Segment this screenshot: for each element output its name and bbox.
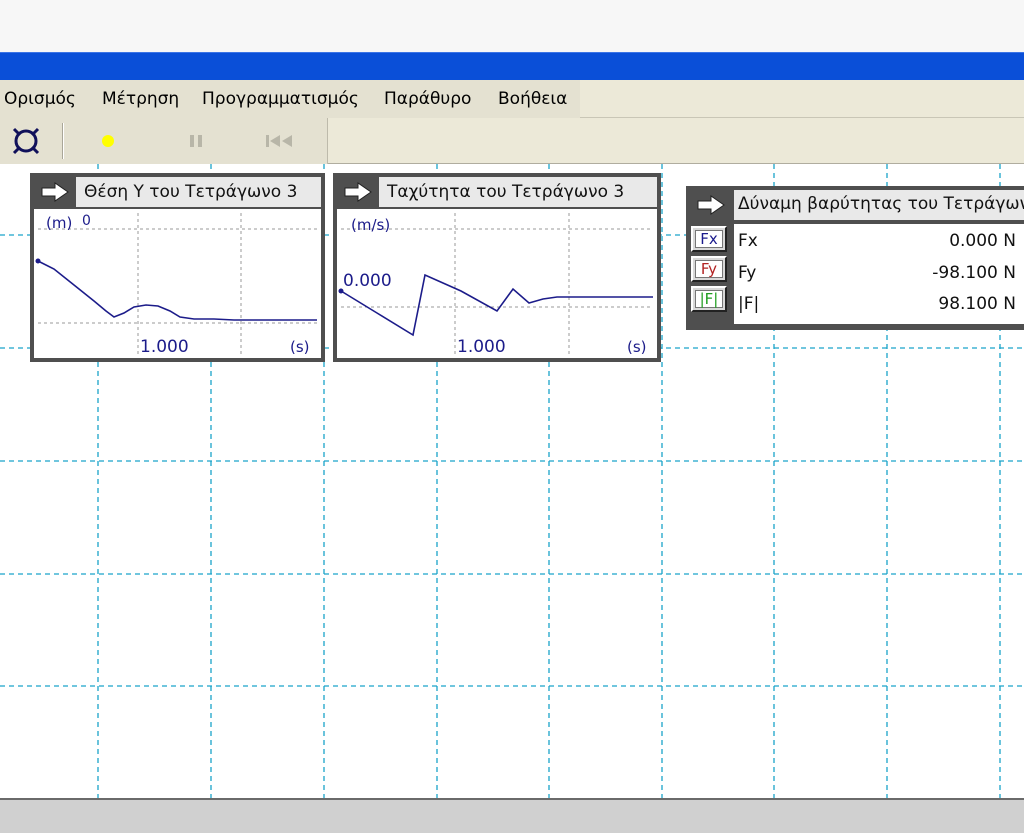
toolbar	[0, 118, 1024, 164]
workspace-canvas[interactable]: Θέση Υ του Τετράγωνο 3 (m) 0 1.000 (s) Τ…	[0, 164, 1024, 798]
fx-toggle-button[interactable]: Fx	[691, 226, 727, 252]
position-meter-arrow-button[interactable]	[34, 177, 76, 207]
position-x-tick: 1.000	[140, 337, 189, 357]
fy-toggle-button[interactable]: Fy	[691, 256, 727, 282]
menu-definition[interactable]: Ορισμός	[4, 89, 76, 109]
fabs-value: 98.100 N	[938, 294, 1016, 314]
pause-button[interactable]	[178, 123, 214, 159]
force-values: Fx 0.000 N Fy -98.100 N |F| 98.100 N	[734, 224, 1024, 324]
position-plot: (m) 0 1.000 (s)	[35, 213, 317, 357]
velocity-zero-label: 0.000	[343, 271, 392, 291]
force-panel[interactable]: Δύναμη βαρύτητας του Τετράγωνο 3 Fx Fy |…	[686, 186, 1024, 330]
force-panel-arrow-button[interactable]	[690, 190, 732, 220]
position-meter[interactable]: Θέση Υ του Τετράγωνο 3 (m) 0 1.000 (s)	[30, 173, 325, 362]
force-panel-header: Δύναμη βαρύτητας του Τετράγωνο 3	[734, 190, 1024, 220]
velocity-x-unit: (s)	[627, 338, 647, 356]
record-button[interactable]	[90, 123, 126, 159]
force-panel-title: Δύναμη βαρύτητας του Τετράγωνο 3	[738, 194, 1024, 214]
position-trace	[37, 260, 317, 321]
title-bar[interactable]	[0, 52, 1024, 80]
fx-value: 0.000 N	[949, 231, 1016, 251]
zoom-button[interactable]	[6, 123, 46, 159]
arrow-right-icon	[41, 182, 69, 202]
velocity-meter-title: Ταχύτητα του Τετράγωνο 3	[387, 182, 625, 202]
fy-button-label: Fy	[695, 260, 723, 278]
velocity-unit-label: (m/s)	[351, 216, 390, 234]
velocity-x-tick: 1.000	[457, 337, 506, 357]
fabs-button-label: |F|	[695, 290, 723, 308]
fabs-toggle-button[interactable]: |F|	[691, 286, 727, 312]
pause-icon	[190, 135, 202, 147]
menu-bar: Ορισμός Μέτρηση Προγραμματισμός Παράθυρο…	[0, 80, 1024, 118]
menu-strip: Ορισμός Μέτρηση Προγραμματισμός Παράθυρο…	[0, 80, 580, 118]
force-row-fabs: |F| 98.100 N	[734, 289, 1024, 319]
zoom-icon	[12, 127, 40, 155]
position-meter-title: Θέση Υ του Τετράγωνο 3	[84, 182, 298, 202]
rewind-button[interactable]	[262, 123, 298, 159]
position-meter-header: Θέση Υ του Τετράγωνο 3	[34, 177, 321, 209]
fy-label: Fy	[738, 263, 757, 283]
menu-programming[interactable]: Προγραμματισμός	[202, 89, 359, 109]
fx-label: Fx	[738, 231, 758, 251]
fabs-label: |F|	[738, 294, 760, 314]
arrow-right-icon	[344, 182, 372, 202]
fx-button-label: Fx	[695, 230, 723, 248]
position-x-unit: (s)	[290, 338, 310, 356]
toolbar-separator	[62, 123, 64, 159]
record-icon	[102, 135, 114, 147]
rewind-icon	[266, 135, 292, 147]
desktop-strip	[0, 0, 1024, 52]
menu-help[interactable]: Βοήθεια	[498, 89, 567, 109]
force-row-fx: Fx 0.000 N	[734, 226, 1024, 256]
velocity-meter[interactable]: Ταχύτητα του Τετράγωνο 3 (m/s) 0.000 1.0…	[333, 173, 661, 362]
menu-measurement[interactable]: Μέτρηση	[102, 89, 179, 109]
velocity-plot: (m/s) 0.000 1.000 (s)	[338, 213, 653, 357]
velocity-meter-arrow-button[interactable]	[337, 177, 379, 207]
force-row-fy: Fy -98.100 N	[734, 258, 1024, 288]
position-unit-label: (m)	[46, 214, 72, 232]
position-zero-label: 0	[82, 213, 91, 229]
status-bar	[0, 798, 1024, 833]
menu-window[interactable]: Παράθυρο	[384, 89, 471, 109]
arrow-right-icon	[697, 195, 725, 215]
velocity-meter-header: Ταχύτητα του Τετράγωνο 3	[337, 177, 657, 209]
toolbar-strip	[0, 118, 328, 164]
application-window: Ορισμός Μέτρηση Προγραμματισμός Παράθυρο…	[0, 0, 1024, 833]
fy-value: -98.100 N	[932, 263, 1016, 283]
